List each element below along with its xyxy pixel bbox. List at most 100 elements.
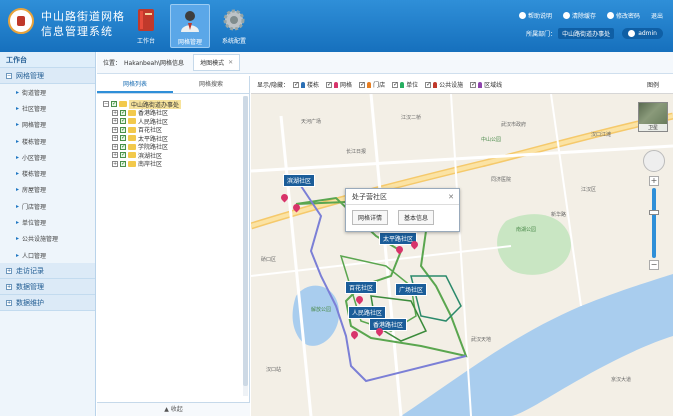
- tree-checkbox[interactable]: [120, 160, 126, 167]
- clear-cache-link[interactable]: 清除缓存: [562, 11, 596, 20]
- map-place-label: 汉口江滩: [591, 132, 612, 138]
- nav-grid-manage[interactable]: 网格管理: [170, 4, 210, 48]
- layer-label: 区域线: [484, 82, 503, 89]
- user-badge[interactable]: admin: [622, 28, 663, 39]
- tree-node[interactable]: +学院路社区: [103, 143, 249, 151]
- layer-checkbox[interactable]: [359, 81, 365, 88]
- top-nav: 工作台 网格管理 系统配置: [126, 4, 258, 48]
- sidebar-item[interactable]: 街道管理: [0, 84, 95, 100]
- layer-toggle-boundary[interactable]: 区域线: [470, 80, 502, 89]
- expand-icon[interactable]: +: [112, 152, 118, 159]
- sidebar-item[interactable]: 公共设施管理: [0, 231, 95, 247]
- expand-icon[interactable]: +: [112, 160, 118, 167]
- tree-node[interactable]: +百花社区: [103, 126, 249, 134]
- map-grid-tag[interactable]: 广场社区: [395, 283, 428, 296]
- map-place-label: 同济医院: [491, 177, 512, 183]
- layer-checkbox[interactable]: [425, 81, 431, 88]
- map-grid-tag[interactable]: 香港路社区: [369, 318, 408, 331]
- map-place-label: 江汉区: [581, 187, 597, 193]
- tab-grid-list[interactable]: 网格列表: [97, 76, 173, 93]
- folder-icon: [128, 109, 136, 116]
- sidebar-item[interactable]: 网格管理: [0, 117, 95, 133]
- sidebar-item[interactable]: 楼栋管理: [0, 133, 95, 149]
- layer-toggle-unit[interactable]: 单位: [392, 80, 418, 89]
- sidebar-item[interactable]: 楼栋管理: [0, 165, 95, 181]
- layer-toggle-facility[interactable]: 公共设施: [425, 80, 463, 89]
- sidebar: 工作台 −网格管理 街道管理 社区管理 网格管理 楼栋管理 小区管理 楼栋管理 …: [0, 52, 96, 416]
- grid-detail-button[interactable]: 网格详情: [352, 210, 389, 225]
- zoom-slider[interactable]: [649, 188, 659, 258]
- tree-checkbox[interactable]: [120, 126, 126, 133]
- avatar-icon: [628, 30, 636, 37]
- change-password-link[interactable]: 修改密码: [606, 11, 640, 20]
- close-icon[interactable]: ✕: [228, 59, 233, 66]
- breadcrumb-path[interactable]: Hakanbeah\网格信息: [124, 58, 184, 67]
- layer-toggle-building[interactable]: 楼栋: [293, 80, 319, 89]
- map-place-label: 武汉市政府: [501, 122, 527, 128]
- layer-checkbox[interactable]: [470, 81, 476, 88]
- tab-map-mode[interactable]: 地图模式 ✕: [193, 54, 241, 71]
- tree-checkbox[interactable]: [120, 134, 126, 142]
- nav-workbench[interactable]: 工作台: [126, 4, 166, 48]
- map-grid-tag[interactable]: 滨湖社区: [283, 174, 316, 187]
- tree-node[interactable]: + 南岸社区: [103, 160, 249, 168]
- tree-checkbox[interactable]: [120, 143, 126, 150]
- layer-checkbox[interactable]: [326, 81, 332, 88]
- layer-checkbox[interactable]: [392, 81, 398, 88]
- expand-icon[interactable]: +: [112, 143, 118, 150]
- expand-icon[interactable]: +: [112, 126, 118, 133]
- layer-label: 单位: [406, 82, 419, 89]
- clear-cache-label: 清除缓存: [571, 13, 596, 20]
- sidebar-workbench[interactable]: 工作台: [0, 52, 95, 68]
- map-view[interactable]: 显示/隐藏： 楼栋 网格 门店 单位 公共设施 区域线 图例 天河广场 江汉二桥…: [251, 76, 673, 416]
- map-canvas: [251, 93, 673, 416]
- expand-icon[interactable]: +: [112, 109, 118, 116]
- pan-control[interactable]: [643, 150, 665, 172]
- expand-icon[interactable]: +: [112, 135, 118, 142]
- sidebar-item[interactable]: 小区管理: [0, 149, 95, 165]
- help-link[interactable]: 帮助说明: [518, 11, 552, 20]
- collapse-button[interactable]: ▲ 收起: [97, 402, 250, 416]
- tree-node[interactable]: +太平路社区: [103, 134, 249, 143]
- tab-map-mode-label: 地图模式: [200, 60, 225, 67]
- map-grid-tag[interactable]: 百花社区: [345, 281, 378, 294]
- satellite-toggle[interactable]: 卫星: [638, 102, 668, 132]
- zoom-slider-knob[interactable]: [649, 210, 659, 215]
- util-links: 帮助说明 清除缓存 修改密码 退出: [508, 11, 663, 20]
- sidebar-item[interactable]: 单位管理: [0, 214, 95, 230]
- panel-scrollbar[interactable]: [243, 96, 248, 396]
- sidebar-group-label: 走访记录: [16, 266, 44, 275]
- scrollbar-thumb[interactable]: [243, 96, 248, 386]
- tree-node-root[interactable]: −中山路街道办事处: [103, 99, 249, 109]
- logo-icon: [8, 8, 34, 34]
- tree-node[interactable]: +香港路社区: [103, 109, 249, 117]
- tree-checkbox[interactable]: [120, 151, 126, 159]
- sidebar-item[interactable]: 人口管理: [0, 247, 95, 263]
- basic-info-button[interactable]: 基本信息: [398, 210, 435, 225]
- collapse-icon[interactable]: −: [103, 101, 109, 108]
- sidebar-item[interactable]: 房屋管理: [0, 182, 95, 198]
- logout-link[interactable]: 退出: [651, 11, 663, 20]
- sidebar-group-data[interactable]: + 数据管理: [0, 279, 95, 296]
- zoom-in-button[interactable]: +: [649, 176, 659, 186]
- sidebar-group-maintain[interactable]: + 数据维护: [0, 295, 95, 312]
- tree-node[interactable]: +滨湖社区: [103, 151, 249, 160]
- expand-icon[interactable]: +: [112, 118, 118, 125]
- tree-checkbox[interactable]: [111, 100, 117, 108]
- sidebar-group-visit[interactable]: + 走访记录: [0, 263, 95, 280]
- zoom-out-button[interactable]: −: [649, 260, 659, 270]
- layer-toggle-grid[interactable]: 网格: [326, 80, 352, 89]
- sidebar-item[interactable]: 门店管理: [0, 198, 95, 214]
- legend-button[interactable]: 图例: [647, 80, 659, 89]
- close-icon[interactable]: ✕: [448, 189, 454, 205]
- map-toolbar: 显示/隐藏： 楼栋 网格 门店 单位 公共设施 区域线 图例: [251, 76, 673, 94]
- nav-system-config[interactable]: 系统配置: [214, 4, 254, 48]
- sidebar-group-grid[interactable]: − 网格管理: [0, 68, 95, 84]
- sidebar-item[interactable]: 社区管理: [0, 100, 95, 116]
- layer-toggle-store[interactable]: 门店: [359, 80, 385, 89]
- tree-checkbox[interactable]: [120, 117, 126, 125]
- layer-checkbox[interactable]: [293, 81, 299, 88]
- tree-checkbox[interactable]: [120, 109, 126, 116]
- tree-node[interactable]: +人民路社区: [103, 117, 249, 126]
- tab-grid-search[interactable]: 网格搜索: [173, 76, 249, 93]
